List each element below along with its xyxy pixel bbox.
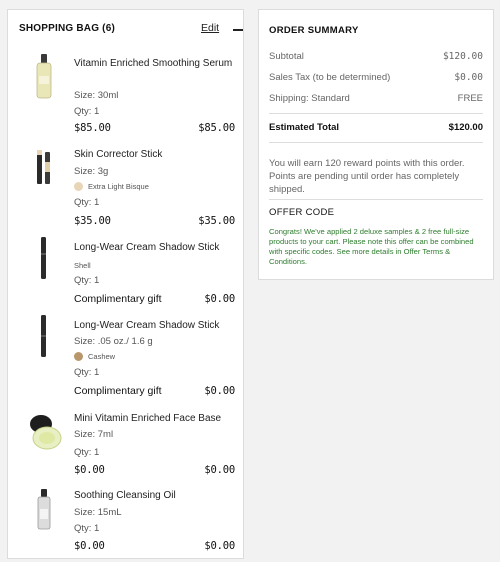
shade-swatch bbox=[74, 352, 83, 361]
item-name[interactable]: Long-Wear Cream Shadow Stick bbox=[74, 319, 234, 332]
shadow-stick-icon bbox=[41, 315, 46, 357]
item-total: $35.00 bbox=[198, 215, 235, 227]
estimated-total-value: $120.00 bbox=[448, 122, 483, 133]
tax-row: Sales Tax (to be determined) $0.00 bbox=[269, 72, 483, 83]
item-shade: Shell bbox=[74, 261, 91, 270]
item-price: Complimentary gift bbox=[74, 385, 162, 397]
item-name[interactable]: Soothing Cleansing Oil bbox=[74, 489, 234, 502]
shopping-bag-panel: SHOPPING BAG (6) Edit Vitamin Enriched S… bbox=[7, 9, 244, 559]
bag-title: SHOPPING BAG (6) bbox=[19, 23, 115, 34]
oil-bottle-icon bbox=[37, 489, 51, 530]
item-total: $0.00 bbox=[204, 540, 235, 552]
estimated-total-label: Estimated Total bbox=[269, 122, 340, 133]
item-qty: Qty: 1 bbox=[74, 197, 100, 208]
summary-divider bbox=[269, 199, 483, 200]
item-total: $0.00 bbox=[204, 385, 235, 397]
item-name[interactable]: Vitamin Enriched Smoothing Serum bbox=[74, 57, 234, 70]
subtotal-value: $120.00 bbox=[442, 51, 483, 62]
item-price: $0.00 bbox=[74, 464, 105, 476]
item-qty: Qty: 1 bbox=[74, 367, 100, 378]
bag-header: SHOPPING BAG (6) Edit bbox=[19, 22, 243, 39]
face-base-jar-icon bbox=[30, 415, 62, 450]
summary-title: ORDER SUMMARY bbox=[269, 25, 359, 36]
shade-label: Extra Light Bisque bbox=[88, 182, 149, 191]
tax-label: Sales Tax (to be determined) bbox=[269, 72, 391, 83]
item-name[interactable]: Skin Corrector Stick bbox=[74, 148, 234, 161]
item-shade: Extra Light Bisque bbox=[74, 182, 149, 191]
item-total: $0.00 bbox=[204, 293, 235, 305]
shade-label: Shell bbox=[74, 261, 91, 270]
subtotal-row: Subtotal $120.00 bbox=[269, 51, 483, 62]
item-price: $0.00 bbox=[74, 540, 105, 552]
item-name[interactable]: Long-Wear Cream Shadow Stick bbox=[74, 241, 234, 254]
item-size: Size: 3g bbox=[74, 166, 109, 177]
summary-divider bbox=[269, 113, 483, 114]
order-summary-panel: ORDER SUMMARY Subtotal $120.00 Sales Tax… bbox=[258, 9, 494, 280]
corrector-stick-icon bbox=[37, 150, 50, 184]
item-qty: Qty: 1 bbox=[74, 106, 100, 117]
offer-code-title: OFFER CODE bbox=[269, 207, 335, 218]
item-qty: Qty: 1 bbox=[74, 447, 100, 458]
subtotal-label: Subtotal bbox=[269, 51, 304, 62]
tax-value: $0.00 bbox=[454, 72, 483, 83]
item-size: Size: 7ml bbox=[74, 429, 114, 440]
summary-divider bbox=[269, 142, 483, 143]
item-size: Size: 30ml bbox=[74, 90, 119, 101]
item-qty: Qty: 1 bbox=[74, 275, 100, 286]
item-qty: Qty: 1 bbox=[74, 523, 100, 534]
shipping-value: FREE bbox=[457, 93, 483, 104]
edit-bag-link[interactable]: Edit bbox=[201, 22, 219, 34]
reward-points-text: You will earn 120 reward points with thi… bbox=[269, 158, 465, 195]
item-total: $0.00 bbox=[204, 464, 235, 476]
shade-swatch bbox=[74, 182, 83, 191]
item-price: Complimentary gift bbox=[74, 293, 162, 305]
item-price: $85.00 bbox=[74, 122, 111, 134]
item-size: Size: 15mL bbox=[74, 507, 122, 518]
shipping-row: Shipping: Standard FREE bbox=[269, 93, 483, 104]
shadow-stick-icon bbox=[41, 237, 46, 279]
serum-bottle-icon bbox=[36, 54, 52, 99]
offer-message[interactable]: Congrats! We've applied 2 deluxe samples… bbox=[269, 227, 483, 267]
shipping-label: Shipping: Standard bbox=[269, 93, 350, 104]
item-name[interactable]: Mini Vitamin Enriched Face Base bbox=[74, 412, 234, 425]
collapse-icon[interactable] bbox=[233, 29, 243, 31]
item-shade: Cashew bbox=[74, 352, 115, 361]
item-total: $85.00 bbox=[198, 122, 235, 134]
shade-label: Cashew bbox=[88, 352, 116, 361]
item-price: $35.00 bbox=[74, 215, 111, 227]
item-size: Size: .05 oz./ 1.6 g bbox=[74, 336, 153, 347]
estimated-total-row: Estimated Total $120.00 bbox=[269, 122, 483, 133]
